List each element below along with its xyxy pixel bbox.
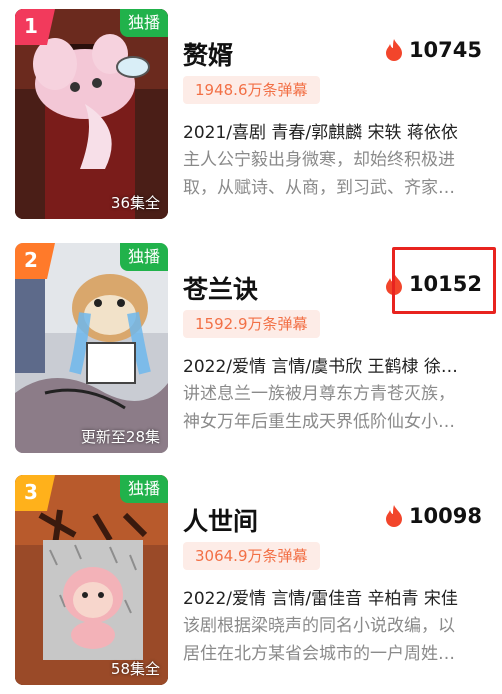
show-title[interactable]: 人世间 [183,502,258,538]
exclusive-badge: 独播 [119,243,168,271]
description-line: 神女万年后重生成天界低阶仙女小… [183,412,455,432]
poster-image[interactable]: 1 独播 36集全 [15,9,168,219]
highlight-box [392,247,496,314]
danmu-count-tag: 3064.9万条弹幕 [183,542,320,570]
rank-badge: 1 [15,9,55,45]
show-title[interactable]: 苍兰诀 [183,270,258,306]
poster-image[interactable]: 3 独播 58集全 [15,475,168,685]
ranking-list: 1 独播 36集全 赘婿 10745 1948.6万条弹幕 2021/喜剧 青春… [0,0,502,694]
show-title[interactable]: 赘婿 [183,36,233,72]
flame-icon [385,39,402,61]
episode-count: 58集全 [110,660,160,678]
heat-value: 10745 [408,38,482,62]
show-meta: 2021/喜剧 青春/郭麒麟 宋轶 蒋依依 [183,123,458,143]
danmu-count-tag: 1948.6万条弹幕 [183,76,320,104]
poster-image[interactable]: 2 独播 更新至28集 [15,243,168,453]
show-description: 讲述息兰一族被月尊东方青苍灭族， 神女万年后重生成天界低阶仙女小… [183,380,483,436]
description-line: 主人公宁毅出身微寒，却始终积极进 [183,150,455,170]
show-description: 该剧根据梁晓声的同名小说改编，以 居住在北方某省会城市的一户周姓… [183,612,483,668]
flame-icon [385,505,402,527]
rank-number: 3 [24,480,38,504]
list-item[interactable]: 1 独播 36集全 赘婿 10745 1948.6万条弹幕 2021/喜剧 青春… [0,0,502,224]
description-line: 取，从赋诗、从商，到习武、齐家… [183,178,455,198]
show-description: 主人公宁毅出身微寒，却始终积极进 取，从赋诗、从商，到习武、齐家… [183,146,483,202]
heat-value: 10098 [408,504,482,528]
description-line: 该剧根据梁晓声的同名小说改编，以 [183,616,455,636]
exclusive-badge: 独播 [119,475,168,503]
list-item[interactable]: 3 独播 58集全 人世间 10098 3064.9万条弹幕 2022/爱情 言… [0,466,502,690]
rank-badge: 3 [15,475,55,511]
description-line: 讲述息兰一族被月尊东方青苍灭族， [183,384,455,404]
rank-number: 2 [24,248,38,272]
episode-count: 36集全 [110,194,160,212]
heat-score: 10745 [385,38,482,62]
show-meta: 2022/爱情 言情/雷佳音 辛柏青 宋佳 [183,589,458,609]
episode-count: 更新至28集 [80,428,160,446]
show-meta: 2022/爱情 言情/虞书欣 王鹤棣 徐… [183,357,458,377]
danmu-count-tag: 1592.9万条弹幕 [183,310,320,338]
rank-number: 1 [24,14,38,38]
rank-badge: 2 [15,243,55,279]
description-line: 居住在北方某省会城市的一户周姓… [183,644,455,664]
heat-score: 10098 [385,504,482,528]
exclusive-badge: 独播 [119,9,168,37]
